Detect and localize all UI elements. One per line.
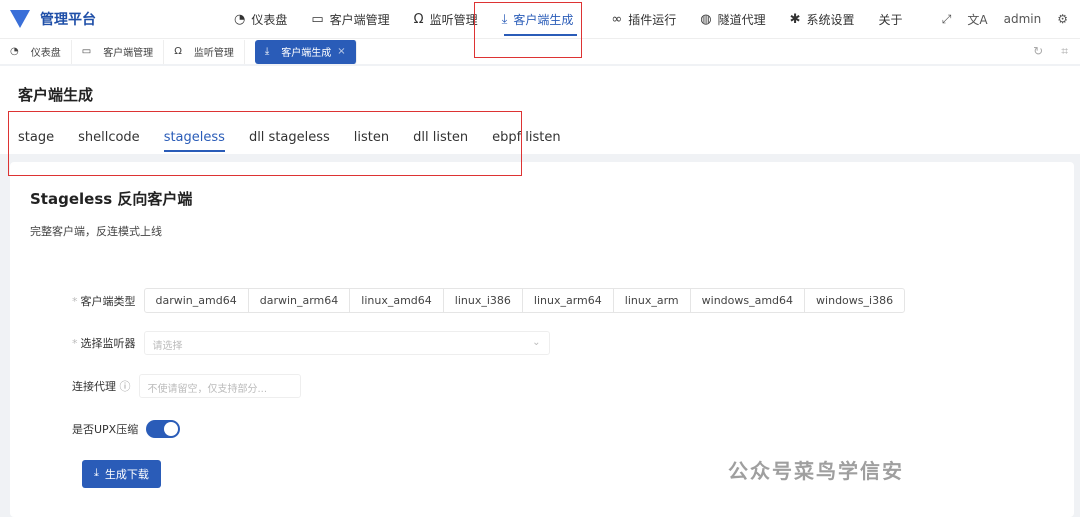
chevron-down-icon: ⌄ xyxy=(532,337,541,348)
card-description: 完整客户端，反连模式上线 xyxy=(30,225,162,238)
user-menu[interactable]: admin xyxy=(1004,12,1042,26)
translate-icon[interactable]: 文A xyxy=(967,11,987,28)
gear-icon: ✱ xyxy=(789,11,801,27)
app-title: 管理平台 xyxy=(40,12,96,28)
download-icon: ⤓ xyxy=(94,466,99,479)
tab-label: 仪表盘 xyxy=(30,48,61,59)
nav-label: 隧道代理 xyxy=(717,12,766,27)
tab-label: 监听管理 xyxy=(193,48,234,59)
tab-dashboard[interactable]: ◔ 仪表盘 xyxy=(0,39,72,64)
generate-download-button[interactable]: ⤓ 生成下载 xyxy=(82,460,161,488)
highlight-box-nav xyxy=(474,2,582,58)
tab-listener-management[interactable]: Ω 监听管理 xyxy=(164,39,245,64)
option-windows-amd64[interactable]: windows_amd64 xyxy=(691,289,806,312)
tab-actions: ↻ ⌗ xyxy=(1033,44,1068,59)
nav-label: 仪表盘 xyxy=(251,12,288,27)
headphones-icon: Ω xyxy=(413,11,424,27)
nav-dashboard[interactable]: ◔ 仪表盘 xyxy=(222,0,299,38)
close-icon[interactable]: × xyxy=(337,46,345,57)
option-linux-arm[interactable]: linux_arm xyxy=(614,289,691,312)
download-icon: ⤓ xyxy=(264,46,270,57)
tab-label: 客户端生成 xyxy=(281,48,332,59)
watermark: 公众号菜鸟学信安 xyxy=(728,459,904,483)
option-linux-amd64[interactable]: linux_amd64 xyxy=(350,289,444,312)
nav-label: 监听管理 xyxy=(429,12,478,27)
nav-tunnel-proxy[interactable]: ◍ 隧道代理 xyxy=(688,0,777,38)
logo-icon xyxy=(10,10,30,28)
upx-toggle[interactable] xyxy=(146,420,181,438)
nav-label: 关于 xyxy=(878,12,903,27)
nav-client-management[interactable]: ▭ 客户端管理 xyxy=(299,0,401,38)
client-type-row: * 客户端类型 darwin_amd64 darwin_arm64 linux_a… xyxy=(72,288,906,313)
option-darwin-amd64[interactable]: darwin_amd64 xyxy=(145,289,249,312)
headphones-icon: Ω xyxy=(174,46,182,57)
proxy-row: 连接代理 ⓘ 不使请留空，仅支持部分... xyxy=(72,374,301,398)
proxy-input[interactable]: 不使请留空，仅支持部分... xyxy=(138,374,301,398)
tab-client-generate[interactable]: ⤓ 客户端生成 × xyxy=(254,39,357,64)
settings-icon[interactable]: ⚙ xyxy=(1057,12,1068,26)
form-card: Stageless 反向客户端 完整客户端，反连模式上线 * 客户端类型 darw… xyxy=(10,162,1074,517)
listener-select[interactable]: 请选择 ⌄ xyxy=(143,331,550,355)
option-linux-arm64[interactable]: linux_arm64 xyxy=(523,289,614,312)
logo[interactable]: 管理平台 xyxy=(10,9,210,29)
client-type-selector: darwin_amd64 darwin_arm64 linux_amd64 li… xyxy=(143,288,906,313)
option-linux-i386[interactable]: linux_i386 xyxy=(444,289,523,312)
dashboard-icon: ◔ xyxy=(234,11,246,27)
nav-label: 插件运行 xyxy=(628,12,677,27)
listener-row: * 选择监听器 请选择 ⌄ xyxy=(72,331,550,355)
nav-label: 客户端管理 xyxy=(329,12,390,27)
monitor-icon: ▭ xyxy=(81,46,92,57)
card-title: Stageless 反向客户端 xyxy=(30,190,193,208)
header-actions: ⤢ 文A admin ⚙ xyxy=(942,0,1068,38)
tab-client-management[interactable]: ▭ 客户端管理 xyxy=(72,39,165,64)
submit-row: ⤓ 生成下载 xyxy=(82,460,161,488)
highlight-box-tabs xyxy=(8,111,522,176)
info-icon[interactable]: ⓘ xyxy=(120,380,131,393)
dashboard-icon: ◔ xyxy=(10,46,19,57)
globe-icon: ◍ xyxy=(700,11,712,27)
monitor-icon: ▭ xyxy=(311,11,324,27)
client-type-label: * 客户端类型 xyxy=(72,294,136,308)
nav-settings[interactable]: ✱ 系统设置 xyxy=(778,0,867,38)
upx-row: 是否UPX压缩 xyxy=(72,420,181,438)
fullscreen-icon[interactable]: ⤢ xyxy=(942,12,952,27)
option-darwin-arm64[interactable]: darwin_arm64 xyxy=(249,289,351,312)
tab-label: 客户端管理 xyxy=(103,48,154,59)
option-windows-i386[interactable]: windows_i386 xyxy=(805,289,904,312)
nav-about[interactable]: 关于 xyxy=(867,0,915,38)
page-title: 客户端生成 xyxy=(18,86,94,104)
refresh-icon[interactable]: ↻ xyxy=(1033,44,1043,59)
upx-label: 是否UPX压缩 xyxy=(72,423,139,436)
maximize-icon[interactable]: ⌗ xyxy=(1061,44,1068,59)
listener-label: * 选择监听器 xyxy=(72,337,136,350)
proxy-label: 连接代理 ⓘ xyxy=(72,380,131,393)
link-icon: ∞ xyxy=(611,11,623,27)
nav-plugins[interactable]: ∞ 插件运行 xyxy=(599,0,688,38)
nav-label: 系统设置 xyxy=(806,12,855,27)
